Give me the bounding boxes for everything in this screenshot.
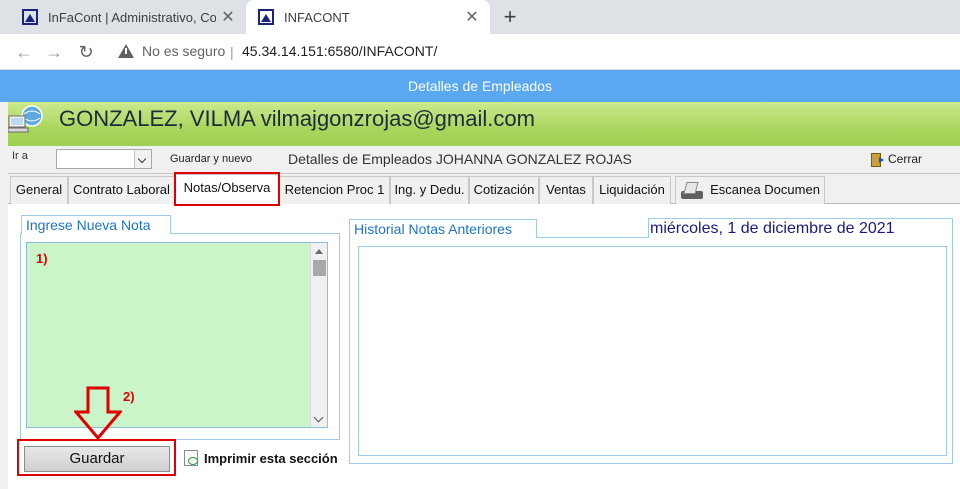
browser-tab-title: INFACONT	[284, 9, 350, 25]
tab-escanea-documen[interactable]: Escanea Documen	[675, 176, 825, 204]
divider: |	[230, 44, 234, 60]
close-icon[interactable]: ✕	[460, 7, 484, 27]
browser-tab-bar: InFaCont | Administrativo, Contab ✕ INFA…	[0, 0, 960, 34]
print-icon	[184, 450, 198, 466]
tab-escanea-label: Escanea Documen	[710, 182, 820, 197]
computer-globe-icon	[8, 105, 43, 133]
cerrar-button[interactable]: Cerrar	[870, 152, 923, 167]
historial-notas-area[interactable]	[358, 246, 947, 456]
browser-tab-infacont-admin[interactable]: InFaCont | Administrativo, Contab ✕	[0, 0, 246, 34]
ir-a-select[interactable]	[56, 149, 152, 169]
warning-icon-mark	[125, 48, 127, 54]
historial-label: Historial Notas Anteriores	[349, 219, 537, 238]
note-scrollbar[interactable]	[310, 243, 327, 427]
tab-retencion-proc[interactable]: Retencion Proc 1	[279, 176, 390, 204]
tab-cotizacion[interactable]: Cotización	[469, 176, 539, 204]
scroll-thumb[interactable]	[313, 260, 326, 276]
house-icon	[22, 9, 38, 25]
fecha-actual: miércoles, 1 de diciembre de 2021	[650, 220, 895, 237]
cerrar-label: Cerrar	[888, 152, 923, 166]
window-title: Detalles de Empleados	[0, 70, 960, 102]
nueva-nota-label: Ingrese Nueva Nota	[21, 215, 171, 234]
arrow-down-icon	[74, 386, 122, 440]
guardar-y-nuevo-button[interactable]: Guardar y nuevo	[170, 153, 252, 165]
url-field[interactable]: 45.34.14.151:6580/INFACONT/	[242, 43, 437, 59]
annotation-step-2: 2)	[123, 389, 135, 404]
toolbar: Ir a Guardar y nuevo Detalles de Emplead…	[8, 146, 960, 174]
tab-general[interactable]: General	[10, 176, 68, 204]
exit-door-icon	[870, 152, 884, 167]
back-arrow-icon[interactable]: ←	[10, 38, 38, 66]
house-icon	[258, 9, 274, 25]
nueva-nota-textarea[interactable]	[26, 242, 328, 428]
tab-liquidacion[interactable]: Liquidación	[593, 176, 671, 204]
scroll-down-icon[interactable]	[313, 412, 324, 423]
detail-title: Detalles de Empleados JOHANNA GONZALEZ R…	[288, 151, 632, 167]
employee-name-email: GONZALEZ, VILMA vilmajgonzrojas@gmail.co…	[59, 106, 535, 131]
annotation-step-1: 1)	[36, 251, 48, 266]
scroll-up-icon[interactable]	[315, 249, 323, 254]
close-icon[interactable]: ✕	[216, 7, 240, 27]
browser-tab-title: InFaCont | Administrativo, Contab	[48, 9, 216, 25]
tab-strip: General Contrato Laboral Notas/Observa R…	[8, 174, 960, 205]
forward-arrow-icon[interactable]: →	[40, 38, 68, 66]
scanner-icon	[680, 181, 704, 201]
imprimir-label: Imprimir esta sección	[204, 450, 338, 466]
tab-contrato-laboral[interactable]: Contrato Laboral	[68, 176, 175, 204]
address-bar: ← → ↻ No es seguro | 45.34.14.151:6580/I…	[0, 34, 960, 70]
tab-ing-dedu[interactable]: Ing. y Dedu.	[390, 176, 469, 204]
highlight-box-tab	[174, 172, 280, 206]
guardar-button[interactable]: Guardar	[24, 446, 170, 472]
ir-a-label: Ir a	[12, 150, 28, 162]
reload-icon[interactable]: ↻	[72, 38, 100, 66]
chevron-down-icon[interactable]	[134, 150, 151, 168]
tab-ventas[interactable]: Ventas	[539, 176, 593, 204]
new-tab-button[interactable]: +	[498, 4, 522, 30]
employee-banner: GONZALEZ, VILMA vilmajgonzrojas@gmail.co…	[8, 102, 960, 146]
imprimir-seccion-link[interactable]: Imprimir esta sección	[184, 450, 338, 466]
browser-tab-infacont[interactable]: INFACONT ✕	[246, 0, 490, 34]
security-status[interactable]: No es seguro	[142, 43, 225, 59]
